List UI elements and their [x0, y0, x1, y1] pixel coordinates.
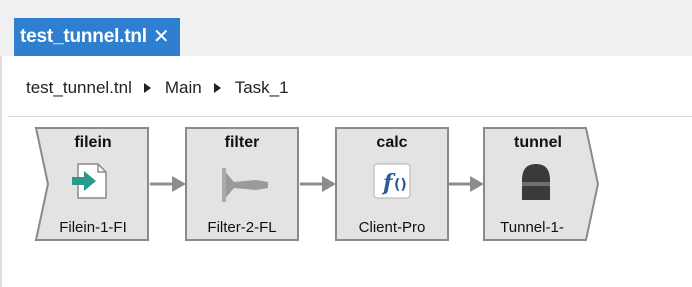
node-tunnel[interactable]: tunnel Tunnel-1-	[483, 127, 600, 241]
flow-editor: test_tunnel.tnl Main Task_1 filein Filei…	[0, 56, 692, 287]
flow-canvas: filein Filein-1-FI filter Filter-2-FL ca…	[34, 127, 600, 241]
node-filter[interactable]: filter Filter-2-FL	[185, 127, 299, 241]
function-icon-parens: ()	[394, 177, 407, 193]
tab-label: test_tunnel.tnl	[20, 26, 147, 47]
node-title: filein	[74, 134, 111, 151]
node-filein[interactable]: filein Filein-1-FI	[34, 127, 149, 241]
node-title: calc	[376, 134, 407, 151]
node-label: Client-Pro	[359, 219, 426, 236]
node-label: Tunnel-1-	[500, 219, 564, 236]
node-title: filter	[225, 134, 260, 151]
close-icon[interactable]: ✕	[153, 27, 170, 47]
tunnel-icon	[522, 164, 550, 200]
connector-3	[448, 176, 484, 192]
node-title: tunnel	[514, 134, 562, 151]
node-label: Filter-2-FL	[207, 219, 276, 236]
node-calc[interactable]: calc f () Client-Pro	[335, 127, 449, 241]
tab-test-tunnel[interactable]: test_tunnel.tnl ✕	[14, 18, 180, 56]
function-icon: f ()	[373, 163, 411, 199]
tab-bar: test_tunnel.tnl ✕	[0, 0, 692, 56]
connector-2	[300, 176, 336, 192]
connector-1	[150, 176, 186, 192]
node-label: Filein-1-FI	[59, 219, 127, 236]
